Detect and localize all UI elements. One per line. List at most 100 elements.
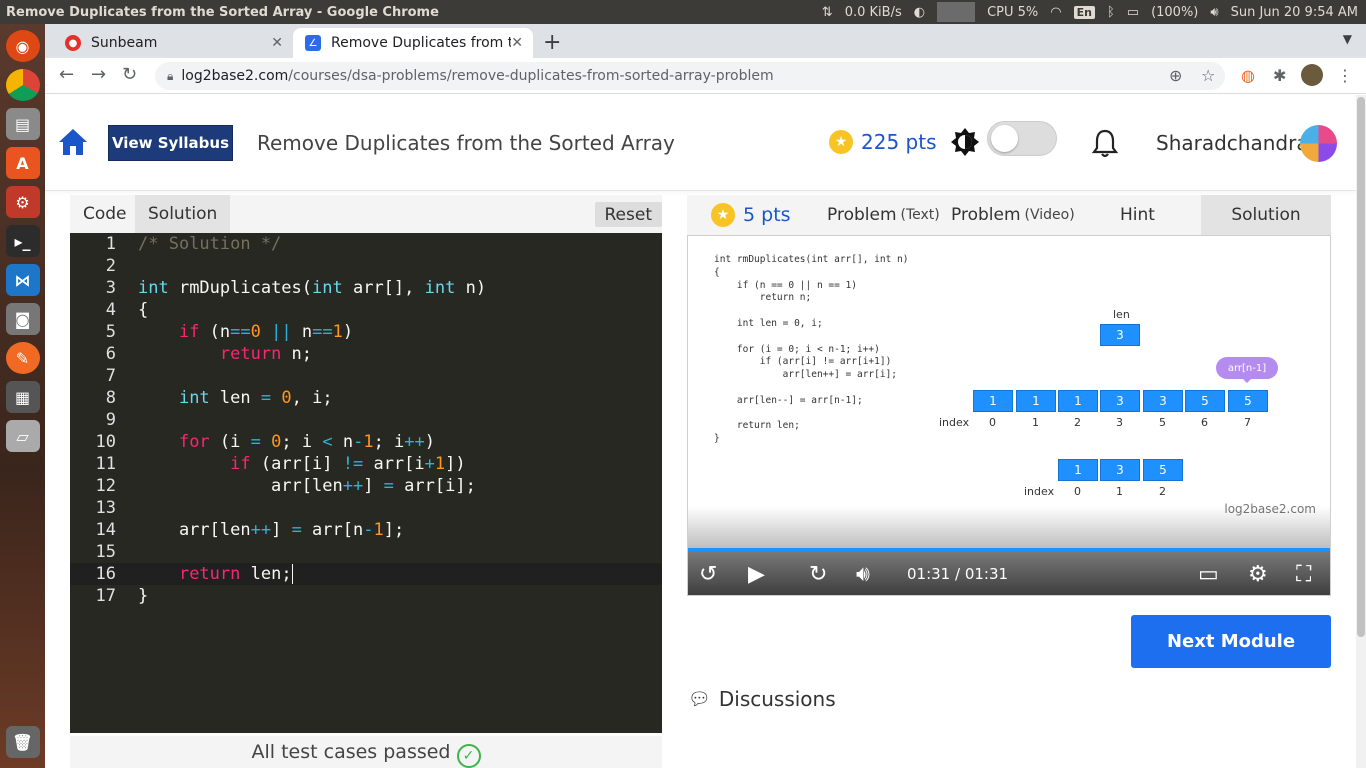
star-icon: ★ [829,130,853,154]
code-line[interactable]: 14 arr[len++] = arr[n-1]; [70,519,662,541]
scrollbar-thumb[interactable] [1357,97,1365,637]
menu-kebab-icon[interactable]: ⋮ [1337,66,1353,85]
puzzle-extensions-icon[interactable]: ✱ [1273,66,1286,85]
user-avatar[interactable] [1300,125,1337,162]
drive-icon[interactable]: ▱ [5,420,40,452]
code-line[interactable]: 5 if (n==0 || n==1) [70,321,662,343]
reset-button[interactable]: Reset [594,202,662,227]
keyboard-layout[interactable]: En [1073,5,1095,19]
close-icon[interactable]: ✕ [271,35,283,51]
ubuntu-dash-icon[interactable]: ◉ [5,30,40,62]
trash-icon[interactable]: 🗑︎ [5,726,40,758]
solution-video-player[interactable]: int rmDuplicates(int arr[], int n) { if … [687,235,1331,596]
tab-problem-text[interactable]: Problem (Text) [827,195,940,235]
home-icon[interactable] [57,127,89,157]
reload-icon[interactable]: ↻ [122,64,137,85]
workspace-icon[interactable]: ▦ [5,381,40,413]
settings-gear-icon[interactable]: ⚙ [1248,562,1268,587]
volume-icon[interactable]: 🔊︎ [856,562,870,587]
tab-problem-video[interactable]: Problem (Video) [951,195,1075,235]
window-title: Remove Duplicates from the Sorted Array … [6,4,439,20]
view-syllabus-button[interactable]: View Syllabus [108,125,233,161]
code-editor[interactable]: 1/* Solution */ 2 3 int rmDuplicates(int … [70,233,662,733]
code-line[interactable]: 8 int len = 0, i; [70,387,662,409]
code-line[interactable]: 6 return n; [70,343,662,365]
bookmark-star-icon[interactable]: ☆ [1201,66,1215,85]
index-value: 0 [1074,485,1081,498]
fullscreen-icon[interactable]: ⛶ [1296,562,1311,587]
chrome-icon[interactable] [5,69,40,101]
code-line[interactable]: 4{ [70,299,662,321]
rewind-icon[interactable]: ↺ [699,562,717,587]
address-bar[interactable]: 🔒︎ log2base2.com/courses/dsa-problems/re… [155,62,1225,90]
code-line[interactable]: 17} [70,585,662,607]
zoom-icon[interactable]: ⊕ [1169,66,1182,85]
play-icon[interactable]: ▶ [748,562,765,587]
page-scrollbar[interactable] [1356,95,1366,768]
username[interactable]: Sharadchandra [1156,131,1309,155]
page: View Syllabus Remove Duplicates from the… [45,95,1356,768]
tab-sunbeam[interactable]: ● Sunbeam ✕ [53,28,293,58]
camera-icon[interactable]: ◙ [5,303,40,335]
tab-solution-video[interactable]: Solution [1201,195,1331,235]
theme-brightness-icon[interactable] [950,127,980,157]
tab-code[interactable]: Code [70,195,140,233]
url-host: log2base2.com [181,68,289,84]
tab-remove-duplicates[interactable]: ∠ Remove Duplicates from t ✕ [293,28,533,58]
code-line[interactable]: 1/* Solution */ [70,233,662,255]
notification-bell-icon[interactable] [1092,128,1118,158]
code-line[interactable]: 12 arr[len++] = arr[i]; [70,475,662,497]
array-cell: 5 [1185,390,1225,412]
profile-avatar[interactable] [1301,64,1323,86]
network-arrows-icon[interactable]: ⇅ [822,5,833,20]
extension-icon[interactable]: ◍ [1241,66,1255,85]
tab-solution[interactable]: Solution [135,195,231,233]
clock[interactable]: Sun Jun 20 9:54 AM [1231,5,1358,20]
editor-tabs: Code Solution Reset [70,195,662,233]
lock-icon[interactable]: 🔒︎ [167,69,173,84]
settings-icon[interactable]: ⚙ [5,186,40,218]
video-code-frame: int rmDuplicates(int arr[], int n) { if … [714,254,909,445]
code-line[interactable]: 13 [70,497,662,519]
sunbeam-favicon-icon: ● [65,35,81,51]
wifi-icon[interactable]: ◠ [1050,5,1061,20]
files-icon[interactable]: ▤ [5,108,40,140]
net-speed: 0.0 KiB/s [844,4,902,20]
software-center-icon[interactable]: A [5,147,40,179]
dropbox-icon[interactable]: ◐ [914,5,925,20]
back-arrow-icon[interactable]: ← [59,64,74,85]
code-line[interactable]: 11 if (arr[i] != arr[i+1]) [70,453,662,475]
captions-icon[interactable]: ▭ [1198,562,1219,587]
code-line[interactable]: 9 [70,409,662,431]
close-icon[interactable]: ✕ [511,35,523,51]
bluetooth-icon[interactable]: ᛒ [1107,5,1115,20]
problem-tabs: ★ 5 pts Problem (Text) Problem (Video) Hin… [687,195,1331,235]
draw-icon[interactable]: ✎ [5,342,40,374]
check-circle-icon: ✓ [456,744,481,768]
vscode-icon[interactable]: ⋈ [5,264,40,296]
array-cell: 3 [1100,390,1140,412]
code-line[interactable]: 10 for (i = 0; i < n-1; i++) [70,431,662,453]
battery-icon[interactable]: ▭ [1127,5,1139,20]
code-line[interactable]: 7 [70,365,662,387]
forward-arrow-icon[interactable]: → [91,64,106,85]
len-box: 3 [1100,324,1140,346]
terminal-icon[interactable]: ▸_ [5,225,40,257]
index-value: 0 [989,416,996,429]
page-title: Remove Duplicates from the Sorted Array [257,131,675,155]
index-value: 1 [1116,485,1123,498]
code-line[interactable]: 3 int rmDuplicates(int arr[], int n) [70,277,662,299]
browser-toolbar: ← → ↻ 🔒︎ log2base2.com/courses/dsa-probl… [45,58,1366,94]
tab-search-chevron-icon[interactable]: ▼ [1343,32,1352,46]
array-cell: 3 [1143,390,1183,412]
next-module-button[interactable]: Next Module [1131,615,1331,668]
cpu-usage[interactable]: CPU 5% [987,5,1038,20]
dark-mode-toggle[interactable] [987,121,1057,156]
forward-icon[interactable]: ↻ [809,562,827,587]
new-tab-plus-icon[interactable]: + [543,30,561,55]
tab-hint[interactable]: Hint [1120,195,1155,235]
volume-icon[interactable]: 🔊︎ [1210,5,1218,20]
code-line[interactable]: 15 [70,541,662,563]
code-line-current[interactable]: 16 return len; [70,563,662,585]
code-line[interactable]: 2 [70,255,662,277]
